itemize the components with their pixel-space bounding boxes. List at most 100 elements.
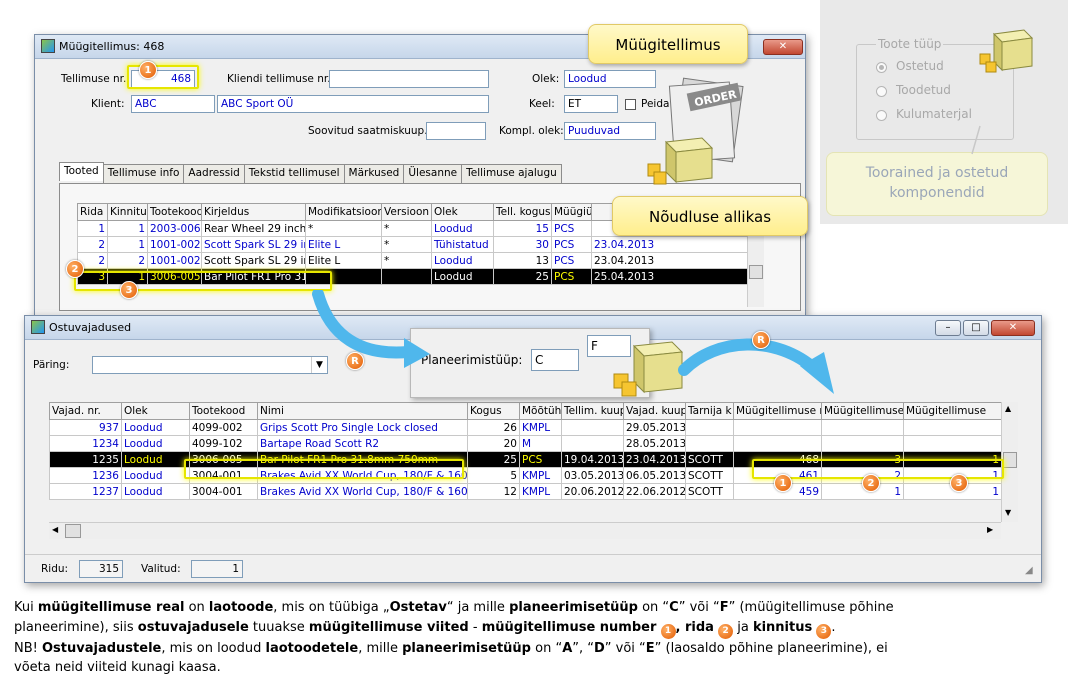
cell-status: Tühistatud bbox=[431, 236, 494, 253]
scroll-thumb[interactable] bbox=[1003, 452, 1017, 468]
col-unit[interactable]: Mõõtüh bbox=[519, 402, 562, 420]
scroll-thumb-h[interactable] bbox=[65, 524, 81, 538]
col-muugiyk[interactable]: Müügiül bbox=[551, 203, 592, 221]
planning-type-field[interactable]: C bbox=[531, 349, 579, 371]
status-field[interactable]: Loodud bbox=[564, 70, 656, 88]
lang-field[interactable]: ET bbox=[564, 95, 618, 113]
radio-purchased[interactable] bbox=[876, 62, 887, 73]
status-label: Olek: bbox=[532, 73, 560, 85]
cell-ver: * bbox=[381, 236, 432, 253]
text-bold: F bbox=[719, 600, 729, 615]
purchase-refs-highlight bbox=[752, 459, 1004, 479]
scroll-right-icon[interactable]: ▶ bbox=[987, 525, 993, 534]
radio-consumable[interactable] bbox=[876, 110, 887, 121]
cell-order-date bbox=[561, 419, 624, 436]
tab-order-info[interactable]: Tellimuse info bbox=[102, 164, 185, 183]
callout-demand-source: Nõudluse allikas bbox=[612, 196, 808, 236]
text: Kui bbox=[14, 600, 38, 615]
wish-date-field[interactable] bbox=[426, 122, 486, 140]
client-code-field[interactable]: ABC bbox=[131, 95, 215, 113]
table-row[interactable]: 2 2 1001-002 Scott Spark SL 29 inc Elite… bbox=[77, 252, 748, 269]
col-need-no[interactable]: Vajad. nr. bbox=[49, 402, 122, 420]
wish-date-label: Soovitud saatmiskuup.: bbox=[308, 125, 432, 137]
client-order-label: Kliendi tellimuse nr.: bbox=[227, 73, 335, 85]
cell-supplier: SCOTT bbox=[685, 483, 734, 500]
cell-ver: * bbox=[381, 220, 432, 237]
scroll-down-icon[interactable]: ▼ bbox=[1005, 508, 1011, 517]
text-bold: ostuvajadusele bbox=[137, 619, 249, 635]
cell-qty: 25 bbox=[467, 451, 520, 468]
text-bold: E bbox=[645, 640, 655, 656]
col-olek[interactable]: Olek bbox=[431, 203, 494, 221]
col-kinnitus[interactable]: Kinnitus bbox=[107, 203, 148, 221]
col-tell-kogus[interactable]: Tell. kogus bbox=[493, 203, 552, 221]
cell-so-conf bbox=[903, 419, 1002, 436]
cell-qty: 20 bbox=[467, 435, 520, 452]
col-kirjeldus[interactable]: Kirjeldus bbox=[201, 203, 306, 221]
tab-addresses[interactable]: Aadressid bbox=[183, 164, 245, 183]
client-name-field[interactable]: ABC Sport OÜ bbox=[217, 95, 489, 113]
col-qty[interactable]: Kogus bbox=[467, 402, 520, 420]
text: ”, “ bbox=[572, 640, 594, 656]
col-modifikatsioon[interactable]: Modifikatsioon bbox=[305, 203, 382, 221]
status-bar: Ridu: 315 Valitud: 1 ◢ bbox=[25, 554, 1041, 582]
cell-so-no bbox=[733, 435, 822, 452]
maximize-button[interactable]: □ bbox=[963, 320, 989, 336]
cell-status: Loodud bbox=[121, 435, 190, 452]
table-row[interactable]: 937 Loodud 4099-002 Grips Scott Pro Sing… bbox=[49, 419, 1002, 436]
cell-ver bbox=[381, 268, 432, 285]
cell-unit: PCS bbox=[551, 252, 592, 269]
col-versioon[interactable]: Versioon bbox=[381, 203, 432, 221]
table-row[interactable]: 1237 Loodud 3004-001 Brakes Avid XX Worl… bbox=[49, 483, 1002, 500]
tab-task[interactable]: Ülesanne bbox=[403, 164, 463, 183]
query-select[interactable] bbox=[92, 356, 328, 374]
tab-texts[interactable]: Tekstid tellimusel bbox=[243, 164, 345, 183]
explanation-text: Kui müügitellimuse real on laotoode, mis… bbox=[14, 598, 1058, 678]
text-bold: müügitellimuse number bbox=[481, 619, 657, 635]
explanation-line-4: võeta neid viiteid kunagi kaasa. bbox=[14, 658, 1058, 678]
col-rida[interactable]: Rida bbox=[77, 203, 108, 221]
minimize-button[interactable]: – bbox=[935, 320, 961, 336]
close-button[interactable]: ✕ bbox=[763, 39, 803, 55]
cell-qty: 5 bbox=[467, 467, 520, 484]
client-order-field[interactable] bbox=[329, 70, 489, 88]
col-code[interactable]: Tootekood bbox=[189, 402, 258, 420]
cell-qty: 30 bbox=[493, 236, 552, 253]
col-order-date[interactable]: Tellim. kuup. bbox=[561, 402, 624, 420]
cell-need-date: 29.05.2013 bbox=[623, 419, 686, 436]
close-button[interactable]: ✕ bbox=[991, 320, 1035, 336]
tab-history[interactable]: Tellimuse ajalugu bbox=[461, 164, 562, 183]
hide-checkbox[interactable] bbox=[625, 99, 636, 110]
scroll-up-icon[interactable]: ▲ bbox=[1005, 404, 1011, 413]
cell-status: Loodud bbox=[121, 467, 190, 484]
kompl-field[interactable]: Puuduvad bbox=[564, 122, 656, 140]
cell-code: 2003-006 bbox=[147, 220, 202, 237]
cell-need-date: 22.06.2012 bbox=[623, 483, 686, 500]
text: on bbox=[184, 600, 209, 615]
scroll-left-icon[interactable]: ◀ bbox=[52, 525, 58, 534]
scroll-thumb[interactable] bbox=[749, 265, 763, 279]
inline-badge-1: 1 bbox=[660, 623, 676, 639]
cell-desc: Scott Spark SL 29 inc bbox=[201, 252, 306, 269]
cell-unit: PCS bbox=[519, 451, 562, 468]
tab-products[interactable]: Tooted bbox=[59, 162, 104, 181]
badge-r-left: R bbox=[346, 352, 364, 370]
callout-demand-source-text: Nõudluse allikas bbox=[648, 208, 772, 226]
cell-mod: Elite L bbox=[305, 236, 382, 253]
purchase-table-scrollbar-h[interactable]: ◀ ▶ bbox=[49, 522, 1001, 539]
badge-2-row: 2 bbox=[66, 260, 84, 278]
inline-badge-3: 3 bbox=[816, 623, 832, 639]
cell-status: Loodud bbox=[121, 419, 190, 436]
resize-grip-icon[interactable]: ◢ bbox=[1025, 565, 1033, 576]
text: on “ bbox=[530, 640, 563, 656]
radio-produced[interactable] bbox=[876, 86, 887, 97]
table-row[interactable]: 2 1 1001-002 Scott Spark SL 29 inc Elite… bbox=[77, 236, 748, 253]
cell-date: 23.04.2013 bbox=[591, 252, 748, 269]
table-row[interactable]: 1234 Loodud 4099-102 Bartape Road Scott … bbox=[49, 435, 1002, 452]
col-status[interactable]: Olek bbox=[121, 402, 190, 420]
col-tootekood[interactable]: Tootekood bbox=[147, 203, 202, 221]
tab-notes[interactable]: Märkused bbox=[343, 164, 405, 183]
col-so-conf[interactable]: Müügitellimuse bbox=[903, 402, 1002, 420]
cell-status: Loodud bbox=[431, 252, 494, 269]
col-name[interactable]: Nimi bbox=[257, 402, 468, 420]
